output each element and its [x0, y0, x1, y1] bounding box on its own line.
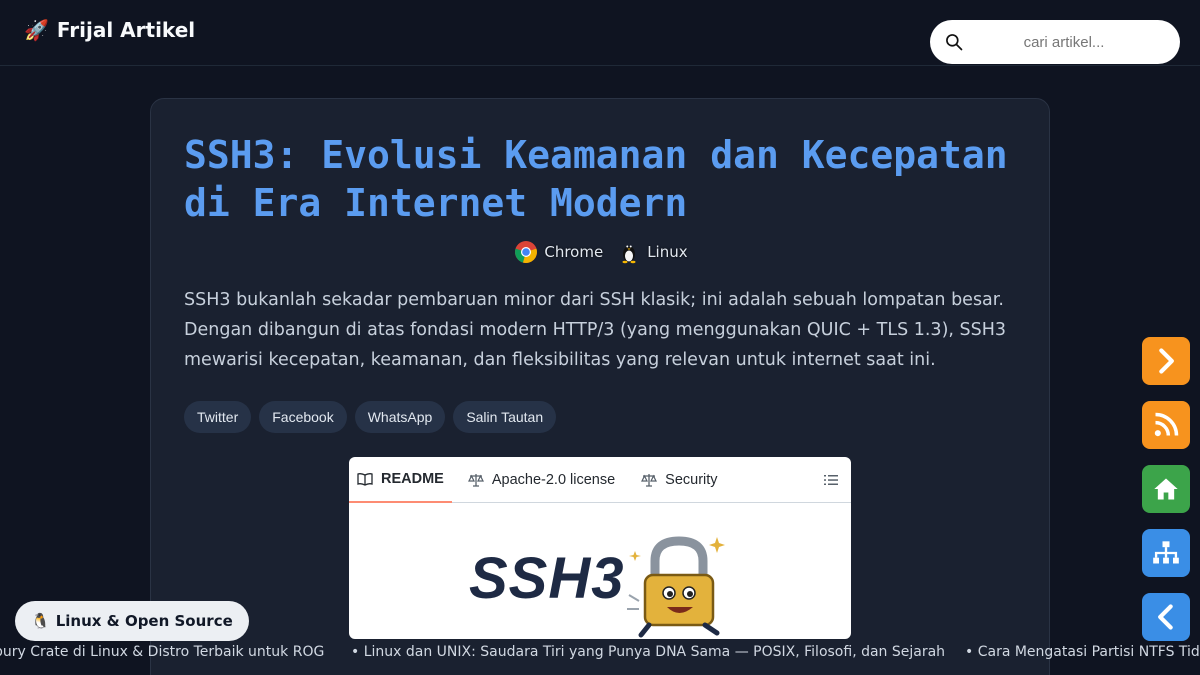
tag-label: Chrome	[544, 243, 604, 261]
top-navbar: 🚀 Frijal Artikel	[0, 0, 1200, 66]
copy-link-button[interactable]: Salin Tautan	[453, 401, 557, 433]
chevron-left-icon	[1158, 604, 1173, 630]
share-facebook-button[interactable]: Facebook	[259, 401, 347, 433]
article-title: SSH3: Evolusi Keamanan dan Kecepatan di …	[184, 133, 1008, 225]
tab-security[interactable]: Security	[633, 457, 725, 503]
next-button[interactable]	[1142, 337, 1190, 385]
tab-label: README	[381, 470, 444, 487]
ssh3-logo: SSH3	[349, 503, 851, 639]
ticker-item[interactable]: • Cara Mengatasi Partisi NTFS Tida	[965, 644, 1200, 660]
scale-icon	[467, 473, 484, 487]
rss-icon	[1154, 412, 1179, 437]
brand-text: Frijal Artikel	[56, 18, 196, 42]
readme-screenshot: README Apache-2.0 license Security SSH3	[349, 457, 851, 639]
home-icon	[1154, 478, 1178, 500]
tag-chrome[interactable]: Chrome	[514, 240, 603, 264]
home-button[interactable]	[1142, 465, 1190, 513]
site-brand[interactable]: 🚀 Frijal Artikel	[24, 18, 195, 42]
search-icon	[946, 34, 963, 51]
article-card: SSH3: Evolusi Keamanan dan Kecepatan di …	[150, 98, 1050, 675]
prev-button[interactable]	[1142, 593, 1190, 641]
category-pill[interactable]: 🐧 Linux & Open Source	[15, 601, 249, 641]
tab-label: Apache-2.0 license	[491, 471, 616, 488]
share-whatsapp-button[interactable]: WhatsApp	[354, 401, 446, 433]
penguin-icon: 🐧	[31, 612, 50, 630]
chrome-icon	[515, 241, 538, 263]
search-input[interactable]	[974, 33, 1154, 51]
logo-text: SSH3	[469, 546, 625, 611]
book-icon	[357, 472, 373, 486]
share-twitter-button[interactable]: Twitter	[184, 401, 252, 433]
rss-button[interactable]	[1142, 401, 1190, 449]
readme-tabs: README Apache-2.0 license Security	[349, 457, 851, 503]
article-tags: Chrome Linux	[151, 240, 1051, 264]
news-ticker: bury Crate di Linux & Distro Terbaik unt…	[0, 644, 1200, 664]
search-box[interactable]	[930, 20, 1180, 64]
tux-icon	[622, 245, 636, 264]
tab-license[interactable]: Apache-2.0 license	[460, 457, 623, 503]
share-buttons: Twitter Facebook WhatsApp Salin Tautan	[184, 401, 557, 433]
tab-readme[interactable]: README	[349, 457, 452, 503]
scale-icon	[641, 473, 658, 487]
article-intro: SSH3 bukanlah sekadar pembaruan minor da…	[184, 290, 1007, 370]
tag-linux[interactable]: Linux	[617, 240, 688, 264]
category-label: Linux & Open Source	[55, 612, 233, 630]
tab-label: Security	[665, 471, 718, 488]
sitemap-icon	[1153, 541, 1179, 564]
chevron-right-icon	[1159, 348, 1174, 374]
sitemap-button[interactable]	[1142, 529, 1190, 577]
tag-label: Linux	[647, 243, 688, 261]
padlock-mascot-icon	[627, 536, 725, 638]
ticker-item[interactable]: • Linux dan UNIX: Saudara Tiri yang Puny…	[351, 644, 945, 660]
list-icon[interactable]	[823, 472, 839, 488]
ticker-item[interactable]: bury Crate di Linux & Distro Terbaik unt…	[0, 644, 324, 660]
rocket-icon: 🚀	[24, 18, 49, 42]
